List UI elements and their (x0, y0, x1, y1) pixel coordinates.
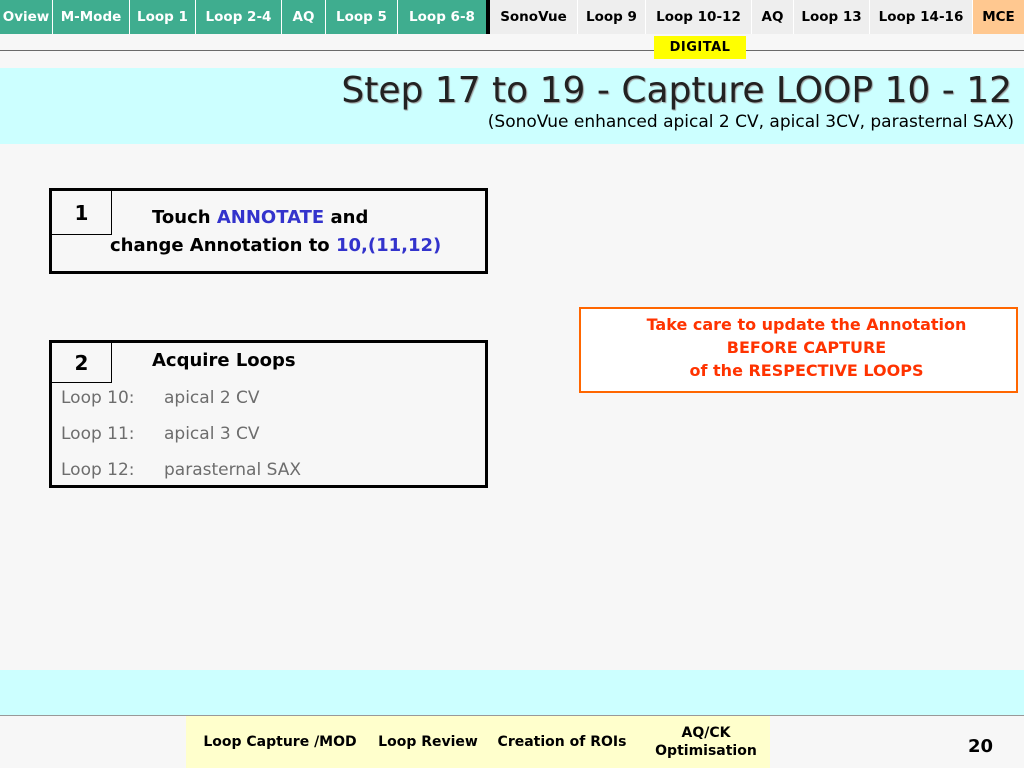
loop-view: apical 2 CV (164, 388, 260, 408)
loop-view: parasternal SAX (164, 460, 301, 480)
digital-badge: DIGITAL (654, 36, 746, 59)
page-subtitle: (SonoVue enhanced apical 2 CV, apical 3C… (487, 112, 1014, 132)
step-2-box: 2 Acquire Loops Loop 10: apical 2 CV Loop… (49, 340, 488, 488)
step-2-heading: Acquire Loops (152, 350, 296, 371)
tab-loop-6-8[interactable]: Loop 6-8 (398, 0, 486, 34)
loop-view: apical 3 CV (164, 424, 260, 444)
aq-ck-label: AQ/CK (681, 725, 731, 741)
tab-overview[interactable]: Oview (0, 0, 53, 34)
footer-link-aq-ck-optimisation[interactable]: AQ/CK Optimisation (642, 716, 770, 768)
tab-loop-2-4[interactable]: Loop 2-4 (196, 0, 282, 34)
footer-link-loop-review[interactable]: Loop Review (374, 716, 482, 768)
tab-aq-1[interactable]: AQ (282, 0, 326, 34)
tab-sonovue[interactable]: SonoVue (490, 0, 578, 34)
warning-line-1: Take care to update the Annotation (646, 315, 967, 334)
page-title: Step 17 to 19 - Capture LOOP 10 - 12 (341, 70, 1012, 111)
step-1-number: 1 (52, 191, 112, 235)
warning-note: Take care to update the Annotation BEFOR… (579, 307, 1018, 393)
step-1-box: 1 Touch ANNOTATE and change Annotation t… (49, 188, 488, 274)
optimisation-label: Optimisation (655, 743, 757, 759)
footer-link-creation-of-rois[interactable]: Creation of ROIs (482, 716, 642, 768)
loop-item: Loop 10: apical 2 CV (61, 388, 260, 408)
tab-loop-9[interactable]: Loop 9 (578, 0, 646, 34)
step-1-instruction-line-1: Touch ANNOTATE and (152, 207, 368, 228)
loop-item: Loop 11: apical 3 CV (61, 424, 260, 444)
change-annotation-label: change Annotation to (110, 235, 330, 256)
annotation-value: 10,(11,12) (335, 235, 442, 256)
loop-name: Loop 12: (61, 460, 135, 480)
footer-link-loop-capture[interactable]: Loop Capture /MOD (186, 716, 374, 768)
annotate-keyword: ANNOTATE (216, 207, 325, 228)
loop-name: Loop 11: (61, 424, 135, 444)
tab-loop-1[interactable]: Loop 1 (130, 0, 196, 34)
footer-navigation: Loop Capture /MOD Loop Review Creation o… (186, 716, 770, 768)
page-number: 20 (968, 736, 994, 757)
warning-line-3: of the RESPECTIVE LOOPS (689, 361, 924, 380)
and-label: and (330, 207, 369, 228)
loop-item: Loop 12: parasternal SAX (61, 460, 301, 480)
tab-mce[interactable]: MCE (973, 0, 1024, 34)
warning-line-2: BEFORE CAPTURE (726, 338, 887, 357)
step-2-number: 2 (52, 343, 112, 383)
touch-label: Touch (152, 207, 211, 228)
loop-name: Loop 10: (61, 388, 135, 408)
tab-aq-2[interactable]: AQ (752, 0, 794, 34)
tab-m-mode[interactable]: M-Mode (53, 0, 130, 34)
title-band: Step 17 to 19 - Capture LOOP 10 - 12 (So… (0, 68, 1024, 144)
tab-loop-10-12[interactable]: Loop 10-12 (646, 0, 752, 34)
nav-separator-line (0, 50, 1024, 51)
step-1-instruction-line-2: change Annotation to 10,(11,12) (110, 235, 441, 256)
tab-loop-14-16[interactable]: Loop 14-16 (870, 0, 973, 34)
footer-band (0, 670, 1024, 715)
top-navigation: Oview M-Mode Loop 1 Loop 2-4 AQ Loop 5 L… (0, 0, 1024, 34)
tab-loop-5[interactable]: Loop 5 (326, 0, 398, 34)
tab-loop-13[interactable]: Loop 13 (794, 0, 870, 34)
